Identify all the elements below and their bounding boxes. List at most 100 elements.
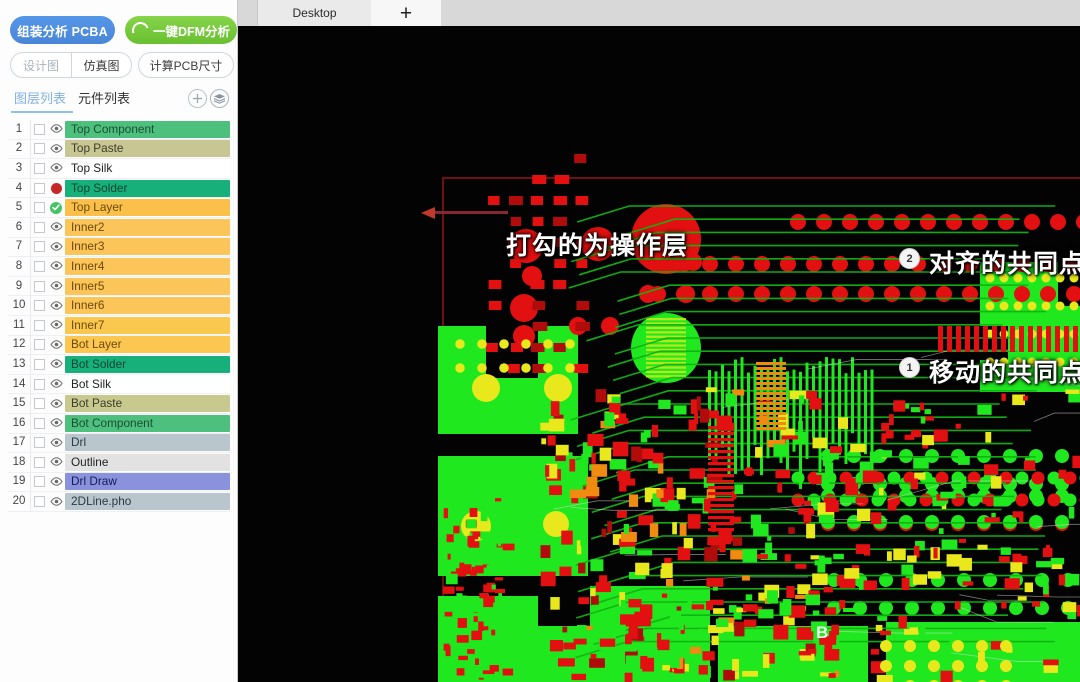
layer-index: 3 xyxy=(8,158,31,178)
layer-name: Bot Component xyxy=(65,414,230,432)
layer-name: Bot Solder xyxy=(65,355,230,373)
layer-row[interactable]: 16 Bot Component xyxy=(8,413,230,434)
eye-icon xyxy=(49,297,63,315)
plus-icon[interactable] xyxy=(188,89,207,108)
tab-part-list[interactable]: 元件列表 xyxy=(78,88,130,110)
layer-row[interactable]: 5 Top Layer xyxy=(8,198,230,218)
callout-marker-1-label: 1 xyxy=(906,361,913,374)
assembly-analysis-button[interactable]: 组装分析 PCBA xyxy=(10,16,115,44)
pcb-dfm-application: 组装分析 PCBA 一键DFM分析 设计图 仿真图 计算PCB尺寸 图层列表 元… xyxy=(0,0,1080,682)
eye-icon xyxy=(49,434,63,452)
layer-index: 20 xyxy=(8,492,31,512)
eye-icon xyxy=(49,218,63,236)
layer-row[interactable]: 2 Top Paste xyxy=(8,139,230,160)
layers-stack-icon[interactable] xyxy=(210,89,229,108)
layer-checkbox[interactable] xyxy=(31,221,47,233)
dfm-analysis-button[interactable]: 一键DFM分析 xyxy=(125,16,237,44)
layer-row[interactable]: 19 Drl Draw xyxy=(8,472,230,493)
pcb-canvas[interactable]: B 打勾的为操作层 对齐的共同点 移动的共同点 2 1 xyxy=(238,26,1080,682)
layer-row[interactable]: 14 Bot Silk xyxy=(8,374,230,395)
layer-row[interactable]: 7 Inner3 xyxy=(8,237,230,258)
board-label: B xyxy=(816,623,828,642)
eye-icon xyxy=(49,453,63,471)
layer-row[interactable]: 11 Inner7 xyxy=(8,315,230,336)
view-mode-pcb-size[interactable]: 计算PCB尺寸 xyxy=(138,52,234,78)
layer-checkbox[interactable] xyxy=(31,202,47,214)
eye-icon xyxy=(49,336,63,354)
layer-checkbox[interactable] xyxy=(31,182,47,194)
layer-checkbox[interactable] xyxy=(31,300,47,312)
layer-row[interactable]: 8 Inner4 xyxy=(8,256,230,277)
layer-index: 16 xyxy=(8,413,31,433)
layer-index: 19 xyxy=(8,472,31,492)
layer-checkbox[interactable] xyxy=(31,476,47,488)
layer-index: 10 xyxy=(8,296,31,316)
view-mode-design[interactable]: 设计图 xyxy=(10,52,72,78)
annotation-align-common-point: 对齐的共同点 xyxy=(929,244,1080,280)
layer-checkbox[interactable] xyxy=(31,319,47,331)
sidebar-tab-row: 图层列表 元件列表 xyxy=(0,88,237,114)
layer-row[interactable]: 9 Inner5 xyxy=(8,276,230,297)
eye-icon xyxy=(49,355,63,373)
layer-name: Top Layer xyxy=(65,199,230,217)
layer-name: Top Component xyxy=(65,120,230,138)
layer-name: Inner7 xyxy=(65,316,230,334)
layer-check-icon xyxy=(50,201,62,214)
layer-checkbox[interactable] xyxy=(31,162,47,174)
layer-row[interactable]: 18 Outline xyxy=(8,452,230,473)
layer-checkbox[interactable] xyxy=(31,241,47,253)
layer-list-table: 1 Top Component 2 Top Paste 3 Top Silk 4 Top So… xyxy=(8,119,230,512)
layer-name: 2DLine.pho xyxy=(65,493,230,511)
refresh-spinner-icon xyxy=(129,18,152,42)
tab-layer-list[interactable]: 图层列表 xyxy=(10,88,74,113)
layer-row[interactable]: 20 2DLine.pho xyxy=(8,492,230,512)
eye-icon xyxy=(49,414,63,432)
layer-row[interactable]: 17 Drl xyxy=(8,433,230,454)
view-mode-simulation[interactable]: 仿真图 xyxy=(72,52,132,78)
layer-row[interactable]: 6 Inner2 xyxy=(8,217,230,238)
layer-checkbox[interactable] xyxy=(31,280,47,292)
layer-row[interactable]: 10 Inner6 xyxy=(8,296,230,316)
layer-row[interactable]: 13 Bot Solder xyxy=(8,354,230,375)
assembly-analysis-label: 组装分析 PCBA xyxy=(17,24,108,39)
layer-checkbox[interactable] xyxy=(31,456,47,468)
layer-checkbox[interactable] xyxy=(31,123,47,135)
callout-marker-2: 2 xyxy=(899,248,920,269)
layer-name: Top Paste xyxy=(65,140,230,158)
layer-checkbox[interactable] xyxy=(31,358,47,370)
layer-row[interactable]: 3 Top Silk xyxy=(8,158,230,179)
eye-icon xyxy=(49,316,63,334)
layer-index: 18 xyxy=(8,452,31,472)
layer-name: Inner6 xyxy=(65,297,230,315)
tab-desktop[interactable]: Desktop xyxy=(257,0,372,26)
layer-checkbox[interactable] xyxy=(31,398,47,410)
layer-index: 8 xyxy=(8,256,31,276)
layer-index: 9 xyxy=(8,276,31,296)
view-mode-pcb-size-label: 计算PCB尺寸 xyxy=(149,58,223,73)
annotation-move-common-point: 移动的共同点 xyxy=(929,353,1080,389)
layer-checkbox[interactable] xyxy=(31,260,47,272)
new-tab-button[interactable]: + xyxy=(371,0,441,26)
layer-checkbox[interactable] xyxy=(31,496,47,508)
eye-icon xyxy=(49,493,63,511)
layer-checkbox[interactable] xyxy=(31,143,47,155)
layer-row[interactable]: 12 Bot Layer xyxy=(8,335,230,356)
eye-icon xyxy=(49,473,63,491)
view-mode-segmented-control: 设计图 仿真图 计算PCB尺寸 xyxy=(6,52,234,80)
layer-checkbox[interactable] xyxy=(31,378,47,390)
layer-index: 5 xyxy=(8,198,31,218)
layer-row[interactable]: 1 Top Component xyxy=(8,119,230,140)
pointer-arrow-icon xyxy=(421,206,508,219)
layer-checkbox[interactable] xyxy=(31,437,47,449)
layer-name: Inner3 xyxy=(65,238,230,256)
layer-index: 13 xyxy=(8,354,31,374)
layer-checkbox[interactable] xyxy=(31,339,47,351)
layer-checkbox[interactable] xyxy=(31,417,47,429)
callout-marker-2-label: 2 xyxy=(906,252,913,265)
layer-index: 6 xyxy=(8,217,31,237)
callout-marker-1: 1 xyxy=(899,357,920,378)
eye-icon xyxy=(49,257,63,275)
layer-row[interactable]: 15 Bot Paste xyxy=(8,394,230,414)
layer-row[interactable]: 4 Top Solder xyxy=(8,178,230,199)
annotation-align-common-point-text: 对齐的共同点 xyxy=(929,250,1080,278)
